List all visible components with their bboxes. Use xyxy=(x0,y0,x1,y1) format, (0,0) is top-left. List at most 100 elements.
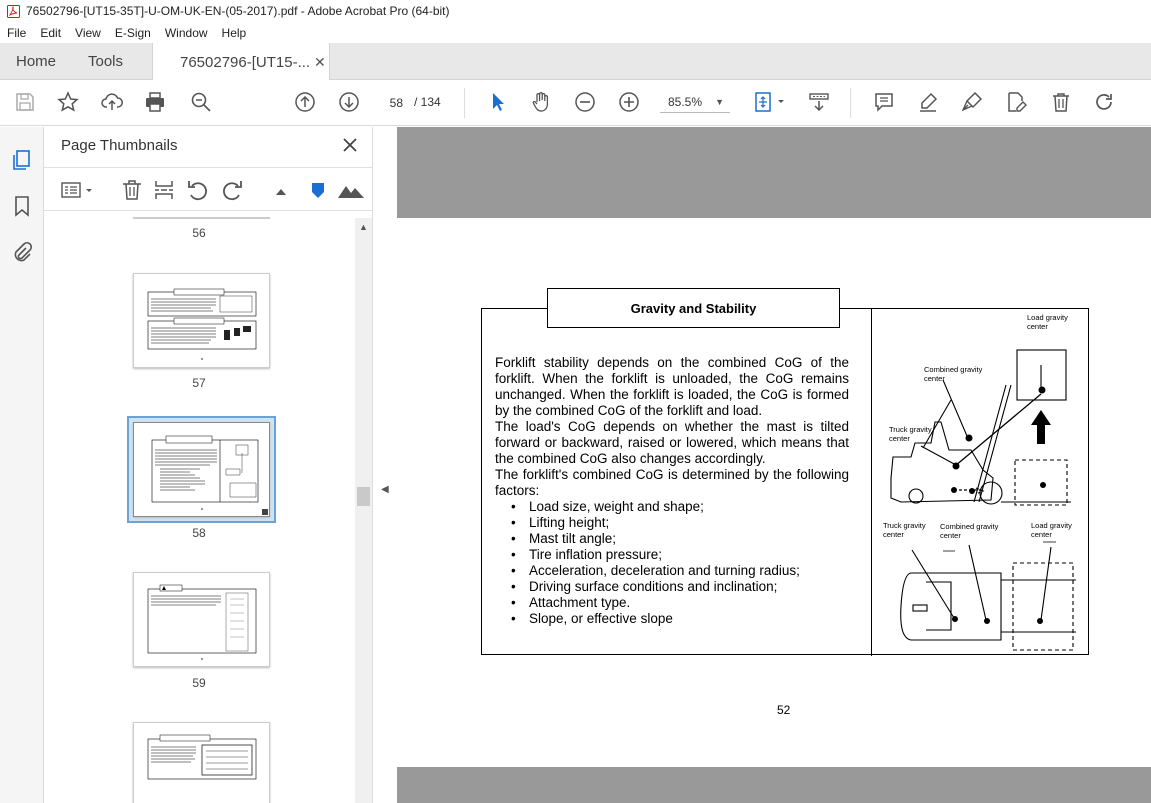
next-page-icon[interactable] xyxy=(337,90,361,114)
menu-help[interactable]: Help xyxy=(222,26,247,40)
zoom-search-icon[interactable] xyxy=(189,90,213,114)
forklift-gravity-diagram: Load gravity center Combined gravity cen… xyxy=(883,313,1076,651)
list-item: Acceleration, deceleration and turning r… xyxy=(509,563,849,579)
thumbnail-page-56[interactable] xyxy=(133,217,270,219)
zoom-out-icon[interactable] xyxy=(573,90,597,114)
extract-pages-icon[interactable] xyxy=(152,178,176,202)
edit-document-icon[interactable] xyxy=(1004,90,1028,114)
thumbnail-toolbar xyxy=(44,167,372,211)
body-text: Forklift stability depends on the combin… xyxy=(495,355,849,627)
thumbnail-label: 59 xyxy=(192,676,206,690)
diagram-label: Load gravity xyxy=(1031,521,1072,530)
tab-document-label: 76502796-[UT15-... xyxy=(180,53,311,71)
panel-collapse-bar[interactable]: ◀ xyxy=(372,127,397,803)
scroll-up-arrow-icon[interactable]: ▲ xyxy=(359,222,368,232)
save-icon[interactable] xyxy=(13,90,37,114)
tab-document[interactable]: 76502796-[UT15-... ✕ xyxy=(152,43,330,81)
thumbnail-smaller-icon[interactable] xyxy=(271,178,295,202)
list-item: Tire inflation pressure; xyxy=(509,547,849,563)
thumbnail-size-slider[interactable] xyxy=(306,178,330,202)
thumbnail-page-59[interactable] xyxy=(133,572,270,667)
diagram-label: center xyxy=(1027,322,1048,331)
page-number-input[interactable]: 58 xyxy=(382,91,410,113)
options-menu-icon[interactable] xyxy=(60,178,96,202)
rotate-right-icon[interactable] xyxy=(220,178,244,202)
tab-tools[interactable]: Tools xyxy=(88,43,123,80)
diagram-label: Combined gravity xyxy=(924,365,983,374)
paragraph-factors: The forklift's combined CoG is determine… xyxy=(495,467,849,498)
rotate-left-icon[interactable] xyxy=(186,178,210,202)
redo-icon[interactable] xyxy=(1093,90,1117,114)
fit-page-icon[interactable] xyxy=(752,90,788,114)
delete-trash-icon[interactable] xyxy=(1049,90,1073,114)
menu-esign[interactable]: E-Sign xyxy=(115,26,151,40)
page-thumbnails-icon[interactable] xyxy=(11,149,33,171)
pdf-page: Gravity and Stability Forklift stability… xyxy=(397,218,1151,767)
title-bar: 76502796-[UT15-35T]-U-OM-UK-EN-(05-2017)… xyxy=(0,0,1151,22)
menu-bar: File Edit View E-Sign Window Help xyxy=(0,22,1151,43)
upload-cloud-icon[interactable] xyxy=(100,90,124,114)
thumbnail-label: 57 xyxy=(192,376,206,390)
sign-pen-icon[interactable] xyxy=(960,90,984,114)
previous-page-icon[interactable] xyxy=(293,90,317,114)
print-icon[interactable] xyxy=(143,90,167,114)
collapse-left-arrow-icon[interactable]: ◀ xyxy=(381,484,389,495)
menu-file[interactable]: File xyxy=(7,26,26,40)
diagram-label: center xyxy=(940,531,961,540)
diagram-label: Combined gravity xyxy=(940,522,999,531)
list-item: Driving surface conditions and inclinati… xyxy=(509,579,849,595)
menu-window[interactable]: Window xyxy=(165,26,208,40)
zoom-level-value: 85.5% xyxy=(668,95,703,109)
diagram-label: center xyxy=(1031,530,1052,539)
close-panel-icon[interactable] xyxy=(340,135,360,155)
thumbnail-larger-icon[interactable] xyxy=(336,178,366,202)
select-cursor-icon[interactable] xyxy=(486,90,510,114)
list-item: Attachment type. xyxy=(509,595,849,611)
scroll-mode-icon[interactable] xyxy=(807,90,831,114)
thumbnail-page-57[interactable] xyxy=(133,273,270,368)
diagram-label: Load gravity xyxy=(1027,313,1068,322)
panel-title: Page Thumbnails xyxy=(61,137,178,154)
page-number: 52 xyxy=(777,703,791,717)
thumbnail-label: 56 xyxy=(192,226,206,240)
comment-icon[interactable] xyxy=(872,90,896,114)
list-item: Mast tilt angle; xyxy=(509,531,849,547)
zoom-level-select[interactable]: 85.5% ▼ xyxy=(660,91,730,113)
factors-list: Load size, weight and shape; Lifting hei… xyxy=(509,499,849,627)
zoom-in-icon[interactable] xyxy=(617,90,641,114)
diagram-label: center xyxy=(883,530,904,539)
list-item: Load size, weight and shape; xyxy=(509,499,849,515)
diagram-label: Truck gravity xyxy=(889,425,932,434)
thumbnail-scrollbar[interactable]: ▲ xyxy=(355,218,372,803)
thumbnail-page-60[interactable] xyxy=(133,722,270,803)
section-title: Gravity and Stability xyxy=(547,288,840,328)
attachments-paperclip-icon[interactable] xyxy=(11,241,33,263)
navigation-rail xyxy=(0,127,44,803)
paragraph-stability: Forklift stability depends on the combin… xyxy=(495,355,849,418)
menu-edit[interactable]: Edit xyxy=(40,26,61,40)
chevron-down-icon: ▼ xyxy=(715,97,724,107)
list-item: Slope, or effective slope xyxy=(509,611,849,627)
thumbnail-page-58[interactable] xyxy=(133,422,270,517)
tab-home[interactable]: Home xyxy=(16,43,56,80)
thumbnail-label: 58 xyxy=(192,526,206,540)
highlight-pen-icon[interactable] xyxy=(916,90,940,114)
tab-bar: Home Tools 76502796-[UT15-... ✕ xyxy=(0,43,1151,81)
menu-view[interactable]: View xyxy=(75,26,101,40)
thumbnail-list: 56 57 58 59 xyxy=(44,217,354,803)
page-thumbnails-panel: Page Thumbnails 56 57 58 59 xyxy=(44,127,372,803)
window-title: 76502796-[UT15-35T]-U-OM-UK-EN-(05-2017)… xyxy=(26,4,450,18)
toolbar-divider xyxy=(464,88,465,118)
bookmarks-icon[interactable] xyxy=(11,195,33,217)
diagram-label: center xyxy=(924,374,945,383)
scrollbar-thumb[interactable] xyxy=(357,487,370,506)
hand-tool-icon[interactable] xyxy=(529,90,553,114)
diagram-label: center xyxy=(889,434,910,443)
close-tab-icon[interactable]: ✕ xyxy=(314,54,326,71)
main-toolbar: 58 / 134 85.5% ▼ xyxy=(0,80,1151,126)
delete-pages-icon[interactable] xyxy=(120,178,144,202)
list-item: Lifting height; xyxy=(509,515,849,531)
acrobat-icon xyxy=(6,4,20,18)
bookmark-star-icon[interactable] xyxy=(56,90,80,114)
thumbnail-resize-handle[interactable] xyxy=(262,509,268,515)
